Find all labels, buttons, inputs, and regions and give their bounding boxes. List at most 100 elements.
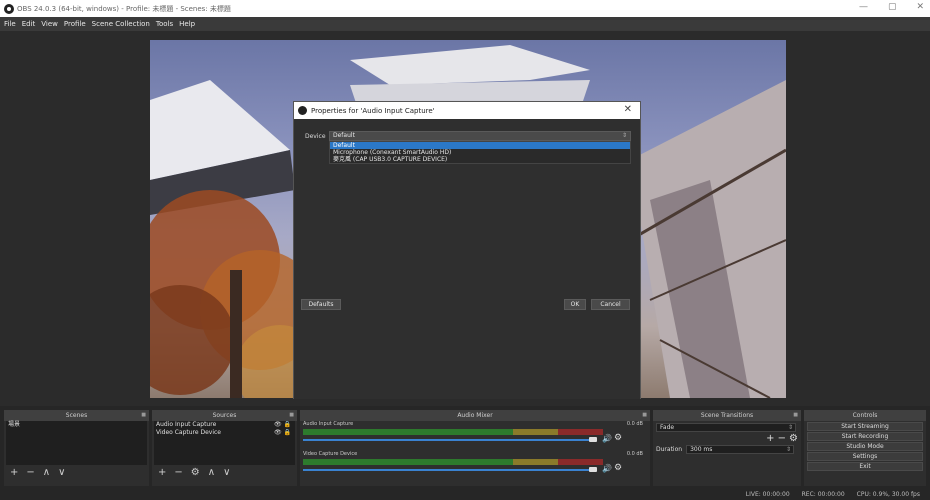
- minimize-icon[interactable]: —: [859, 2, 868, 12]
- menu-file[interactable]: File: [4, 20, 16, 28]
- dock-float-icon[interactable]: ■: [642, 410, 647, 421]
- remove-source-icon[interactable]: −: [174, 467, 182, 478]
- move-up-icon[interactable]: ∧: [43, 467, 50, 478]
- menu-help[interactable]: Help: [179, 20, 195, 28]
- scenes-dock-header: Scenes ■: [4, 410, 149, 421]
- remove-scene-icon[interactable]: −: [26, 467, 34, 478]
- start-recording-button[interactable]: Start Recording: [807, 432, 923, 441]
- transition-select-row: Fade ⇕: [656, 423, 798, 432]
- device-select-value: Default: [333, 132, 355, 139]
- window-title: OBS 24.0.3 (64-bit, windows) - Profile: …: [17, 4, 231, 13]
- status-bar: LIVE: 00:00:00 REC: 00:00:00 CPU: 0.9%, …: [0, 488, 930, 500]
- source-item[interactable]: Audio Input Capture 👁 🔒: [154, 421, 295, 429]
- track-db: 0.0 dB: [626, 421, 643, 427]
- sources-footer: + − ⚙ ∧ ∨: [152, 465, 297, 479]
- device-option[interactable]: 麥克風 (CAP USB3.0 CAPTURE DEVICE): [330, 156, 630, 163]
- source-settings-icon[interactable]: ⚙: [191, 467, 200, 478]
- device-option[interactable]: Default: [330, 142, 630, 149]
- volume-meter: [303, 429, 603, 435]
- dialog-body: Device Default ⇕ Default Microphone (Con…: [294, 119, 640, 399]
- window-controls: — ▢ ✕: [859, 2, 924, 12]
- ok-button[interactable]: OK: [564, 299, 586, 310]
- add-source-icon[interactable]: +: [158, 467, 166, 478]
- gear-icon[interactable]: ⚙: [614, 433, 622, 443]
- preview-area[interactable]: Properties for 'Audio Input Capture' ✕ D…: [0, 31, 930, 406]
- sources-dock-title: Sources: [212, 412, 237, 419]
- gear-icon[interactable]: ⚙: [614, 463, 622, 473]
- transitions-title: Scene Transitions: [700, 412, 754, 419]
- obs-logo-icon: [4, 3, 14, 14]
- add-remove-transition-icons[interactable]: + −: [766, 433, 786, 444]
- controls-title: Controls: [852, 412, 878, 419]
- obs-logo-icon: [298, 106, 307, 115]
- track-name: Audio Input Capture: [303, 421, 354, 427]
- scene-item[interactable]: 場景: [6, 421, 147, 429]
- source-item[interactable]: Video Capture Device 👁 🔒: [154, 429, 295, 437]
- menu-profile[interactable]: Profile: [64, 20, 86, 28]
- menu-view[interactable]: View: [41, 20, 58, 28]
- mixer-track: Video Capture Device 0.0 dB 🔊 ⚙: [303, 451, 647, 481]
- scenes-footer: + − ∧ ∨: [4, 465, 149, 479]
- spinner-arrow-icon: ⇕: [786, 446, 792, 453]
- settings-button[interactable]: Settings: [807, 452, 923, 461]
- properties-dialog: Properties for 'Audio Input Capture' ✕ D…: [293, 101, 641, 399]
- sources-list: Audio Input Capture 👁 🔒 Video Capture De…: [154, 421, 295, 465]
- studio-mode-button[interactable]: Studio Mode: [807, 442, 923, 451]
- menu-edit[interactable]: Edit: [22, 20, 36, 28]
- device-option[interactable]: Microphone (Conexant SmartAudio HD): [330, 149, 630, 156]
- speaker-icon[interactable]: 🔊: [602, 464, 612, 473]
- scene-transitions-dock: Scene Transitions ■ Fade ⇕ + − ⚙ Duratio…: [653, 410, 801, 486]
- move-up-icon[interactable]: ∧: [208, 467, 215, 478]
- dropdown-arrow-icon: ⇕: [787, 424, 793, 431]
- dock-float-icon[interactable]: ■: [289, 410, 294, 421]
- visibility-lock-icons[interactable]: 👁 🔒: [274, 429, 291, 437]
- device-dropdown-list: Default Microphone (Conexant SmartAudio …: [329, 141, 631, 164]
- menu-scene-collection[interactable]: Scene Collection: [92, 20, 150, 28]
- dock-float-icon[interactable]: ■: [141, 410, 146, 421]
- close-icon[interactable]: ✕: [916, 2, 924, 12]
- cancel-button[interactable]: Cancel: [591, 299, 630, 310]
- source-name: Video Capture Device: [156, 429, 222, 436]
- duration-value: 300 ms: [690, 446, 713, 453]
- track-name: Video Capture Device: [303, 451, 358, 457]
- speaker-icon[interactable]: 🔊: [602, 434, 612, 443]
- transition-value: Fade: [660, 424, 675, 431]
- add-scene-icon[interactable]: +: [10, 467, 18, 478]
- scenes-list: 場景: [6, 421, 147, 465]
- window-titlebar: OBS 24.0.3 (64-bit, windows) - Profile: …: [0, 0, 930, 17]
- controls-dock: Controls Start Streaming Start Recording…: [804, 410, 926, 486]
- duration-row: Duration 300 ms ⇕: [656, 445, 798, 454]
- audio-mixer-header: Audio Mixer ■: [300, 410, 650, 421]
- visibility-lock-icons[interactable]: 👁 🔒: [274, 421, 291, 429]
- transition-select[interactable]: Fade ⇕: [656, 423, 796, 432]
- dialog-close-icon[interactable]: ✕: [624, 104, 632, 115]
- menu-bar: File Edit View Profile Scene Collection …: [0, 17, 930, 31]
- start-streaming-button[interactable]: Start Streaming: [807, 422, 923, 431]
- volume-slider[interactable]: [303, 439, 591, 441]
- volume-slider-knob[interactable]: [589, 437, 597, 442]
- device-select[interactable]: Default ⇕: [329, 131, 631, 141]
- track-db: 0.0 dB: [626, 451, 643, 457]
- live-time: LIVE: 00:00:00: [745, 490, 790, 498]
- rec-time: REC: 00:00:00: [801, 490, 845, 498]
- volume-slider[interactable]: [303, 469, 591, 471]
- mixer-track: Audio Input Capture 0.0 dB 🔊 ⚙: [303, 421, 647, 451]
- gear-icon[interactable]: ⚙: [789, 433, 798, 444]
- move-down-icon[interactable]: ∨: [223, 467, 230, 478]
- defaults-button[interactable]: Defaults: [301, 299, 341, 310]
- volume-meter: [303, 459, 603, 465]
- dock-float-icon[interactable]: ■: [793, 410, 798, 421]
- duration-input[interactable]: 300 ms ⇕: [686, 445, 795, 454]
- volume-slider-knob[interactable]: [589, 467, 597, 472]
- maximize-icon[interactable]: ▢: [888, 2, 897, 12]
- exit-button[interactable]: Exit: [807, 462, 923, 471]
- cpu-usage: CPU: 0.9%, 30.00 fps: [856, 490, 920, 498]
- transitions-header: Scene Transitions ■: [653, 410, 801, 421]
- move-down-icon[interactable]: ∨: [58, 467, 65, 478]
- controls-header: Controls: [804, 410, 926, 421]
- dialog-titlebar: Properties for 'Audio Input Capture' ✕: [294, 102, 640, 119]
- menu-tools[interactable]: Tools: [156, 20, 173, 28]
- device-label: Device: [305, 133, 326, 140]
- sources-dock: Sources ■ Audio Input Capture 👁 🔒 Video …: [152, 410, 297, 486]
- scenes-dock-title: Scenes: [65, 412, 88, 419]
